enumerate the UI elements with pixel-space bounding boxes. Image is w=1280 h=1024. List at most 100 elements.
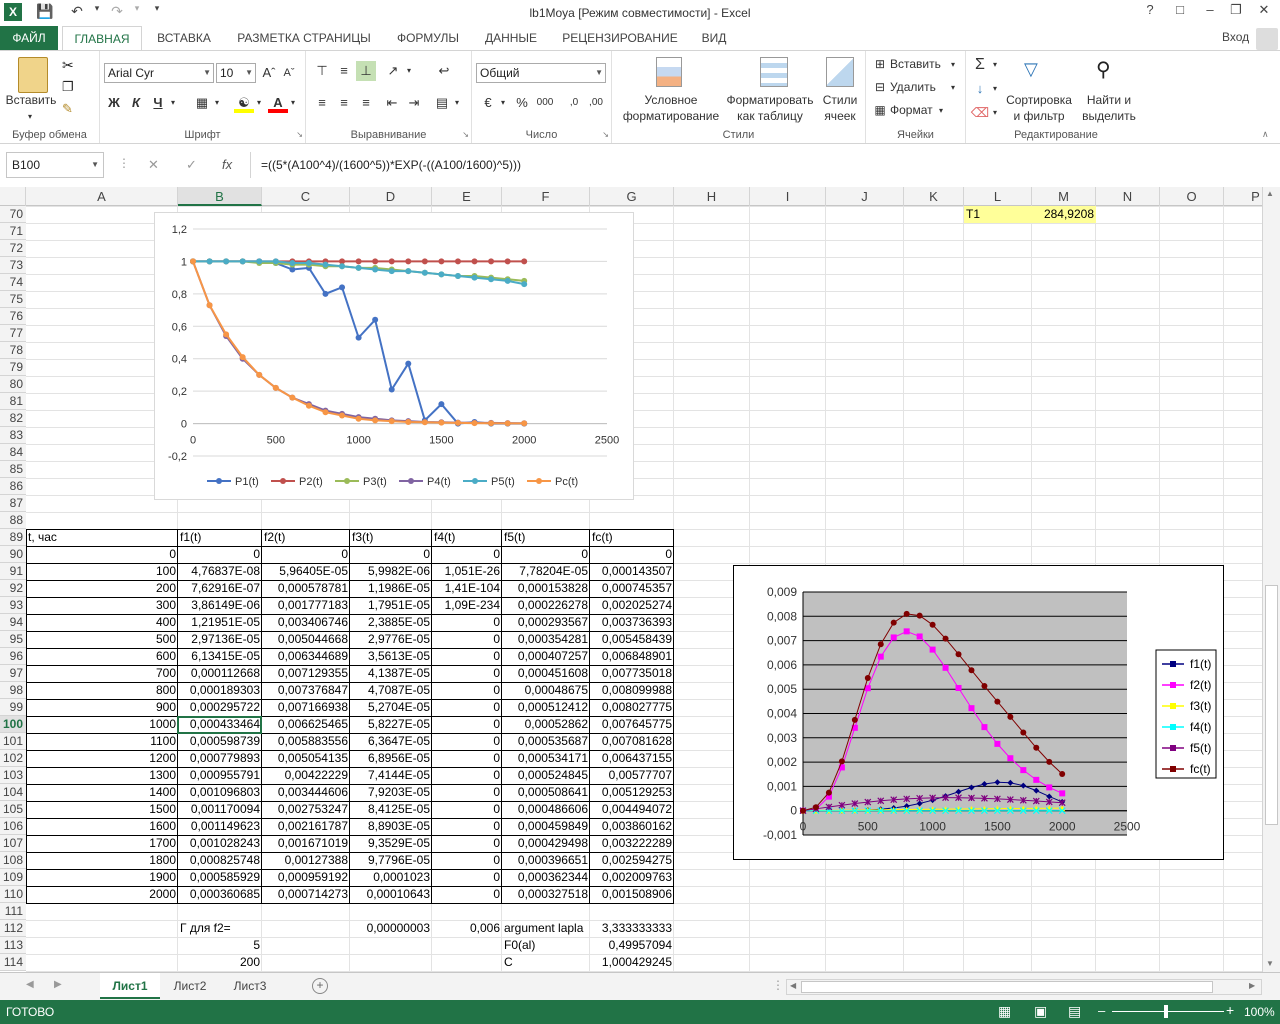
table-cell[interactable]: 0,0001023 [350,869,432,886]
row-header[interactable]: 102 [0,750,26,767]
table-cell[interactable]: 0 [432,835,502,852]
table-cell[interactable]: 0,000534171 [502,750,590,767]
insert-function-icon[interactable]: fx [222,152,232,178]
table-cell[interactable]: 0,000360685 [178,886,262,903]
table-cell[interactable]: 0 [432,614,502,631]
next-sheet-icon[interactable]: ▶ [54,979,62,990]
delete-cells-button[interactable]: Удалить [890,80,944,95]
autosum-icon[interactable]: Σ [970,55,990,75]
font-color-dropdown-icon[interactable]: ▾ [288,93,298,113]
row-header[interactable]: 106 [0,818,26,835]
grow-font-icon[interactable]: Aˆ [260,63,278,83]
row-header[interactable]: 91 [0,563,26,580]
sheet-tab-2[interactable]: Лист2 [162,973,218,999]
conditional-format-line1[interactable]: Условное [612,93,730,108]
table-cell[interactable]: 0,000153828 [502,580,590,597]
tab-file[interactable]: ФАЙЛ [0,26,58,50]
row-header[interactable]: 79 [0,359,26,376]
table-cell[interactable]: 0,007081628 [590,733,674,750]
table-cell[interactable]: 5,2704E-05 [350,699,432,716]
find-select-line1[interactable]: Найти и [1078,93,1140,108]
table-cell[interactable]: 0 [432,631,502,648]
row-header[interactable]: 75 [0,291,26,308]
conditional-format-icon[interactable] [656,57,682,87]
table-cell[interactable]: 0,00127388 [262,852,350,869]
table-cell[interactable]: 0,008099988 [590,682,674,699]
scroll-right-icon[interactable]: ▶ [1249,981,1255,990]
table-cell[interactable]: 0,003222289 [590,835,674,852]
table-cell[interactable]: 0,000295722 [178,699,262,716]
table-cell[interactable]: 1,7951E-05 [350,597,432,614]
cancel-icon[interactable]: ✕ [148,152,159,178]
active-cell-outline[interactable] [177,716,262,734]
table-cell[interactable]: 0 [432,818,502,835]
sort-filter-line1[interactable]: Сортировка [1002,93,1076,108]
row-header[interactable]: 109 [0,869,26,886]
table-cell[interactable]: 0 [350,546,432,563]
table-cell[interactable]: 0 [590,546,674,563]
merge-dropdown-icon[interactable]: ▾ [452,93,462,113]
find-select-icon[interactable]: ⚲ [1096,57,1111,82]
table-cell[interactable]: 0,005458439 [590,631,674,648]
table-cell[interactable]: 4,7087E-05 [350,682,432,699]
minimize-button[interactable]: – [1196,2,1224,24]
row-header[interactable]: 100 [0,716,26,733]
table-cell[interactable]: 0,000143507 [590,563,674,580]
scroll-left-icon[interactable]: ◀ [790,981,796,990]
align-left-icon[interactable]: ≡ [312,93,332,113]
orientation-dropdown-icon[interactable]: ▾ [404,61,414,81]
column-header-e[interactable]: E [432,187,502,206]
table-cell[interactable]: 1300 [26,767,178,784]
row-header[interactable]: 105 [0,801,26,818]
table-cell[interactable]: 0 [432,852,502,869]
cell-g113[interactable]: 0,49957094 [590,937,674,954]
table-cell[interactable]: 0,003860162 [590,818,674,835]
ribbon-display-icon[interactable]: □ [1166,2,1194,24]
horizontal-scrollbar[interactable]: ◀ ▶ [786,979,1262,995]
table-cell[interactable]: 0 [432,733,502,750]
zoom-level[interactable]: 100% [1244,1005,1275,1019]
insert-cells-button[interactable]: Вставить [890,57,944,72]
percent-icon[interactable]: % [512,93,532,113]
help-button[interactable]: ? [1136,2,1164,24]
delete-dropdown-icon[interactable]: ▾ [948,80,958,95]
table-cell[interactable]: 0,005044668 [262,631,350,648]
table-cell[interactable]: 0,002753247 [262,801,350,818]
format-painter-icon[interactable]: ✎ [62,101,73,117]
cell-e112[interactable]: 0,006 [432,920,502,937]
row-header[interactable]: 72 [0,240,26,257]
column-header-g[interactable]: G [590,187,674,206]
table-cell[interactable]: 1000 [26,716,178,733]
table-cell[interactable]: 0,008027775 [590,699,674,716]
delete-cells-icon[interactable]: ⊟ [872,80,888,95]
font-name-select[interactable]: Arial Cyr ▼ [104,63,214,83]
table-cell[interactable]: 8,4125E-05 [350,801,432,818]
shrink-font-icon[interactable]: Aˇ [280,63,298,83]
table-cell[interactable]: 0 [432,784,502,801]
table-cell[interactable]: 0,000327518 [502,886,590,903]
page-break-icon[interactable]: ▤ [1068,1003,1081,1020]
table-cell[interactable]: 900 [26,699,178,716]
table-cell[interactable]: 0,000226278 [502,597,590,614]
table-header-cell[interactable]: f1(t) [178,529,262,546]
formula-input[interactable]: =((5*(A100^4)/(1600^5))*EXP(-((A100/1600… [250,152,1260,178]
table-cell[interactable]: 0,003736393 [590,614,674,631]
paste-button[interactable]: Вставить [4,93,58,108]
table-cell[interactable]: 1,051E-26 [432,563,502,580]
row-header[interactable]: 77 [0,325,26,342]
table-cell[interactable]: 0 [432,546,502,563]
collapse-ribbon-icon[interactable]: ∧ [1262,129,1269,140]
table-cell[interactable]: 0 [432,750,502,767]
number-format-select[interactable]: Общий ▼ [476,63,606,83]
table-cell[interactable]: 1400 [26,784,178,801]
tab-view[interactable]: ВИД [692,26,736,50]
table-cell[interactable]: 0 [432,886,502,903]
cell-f114[interactable]: C [502,954,590,971]
decrease-decimal-icon[interactable]: ,00 [586,93,606,113]
scroll-thumb[interactable] [1265,585,1278,825]
table-cell[interactable]: 5,96405E-05 [262,563,350,580]
table-cell[interactable]: 200 [26,580,178,597]
clear-icon[interactable]: ⌫ [970,103,990,123]
table-cell[interactable]: 0,000451608 [502,665,590,682]
row-header[interactable]: 71 [0,223,26,240]
